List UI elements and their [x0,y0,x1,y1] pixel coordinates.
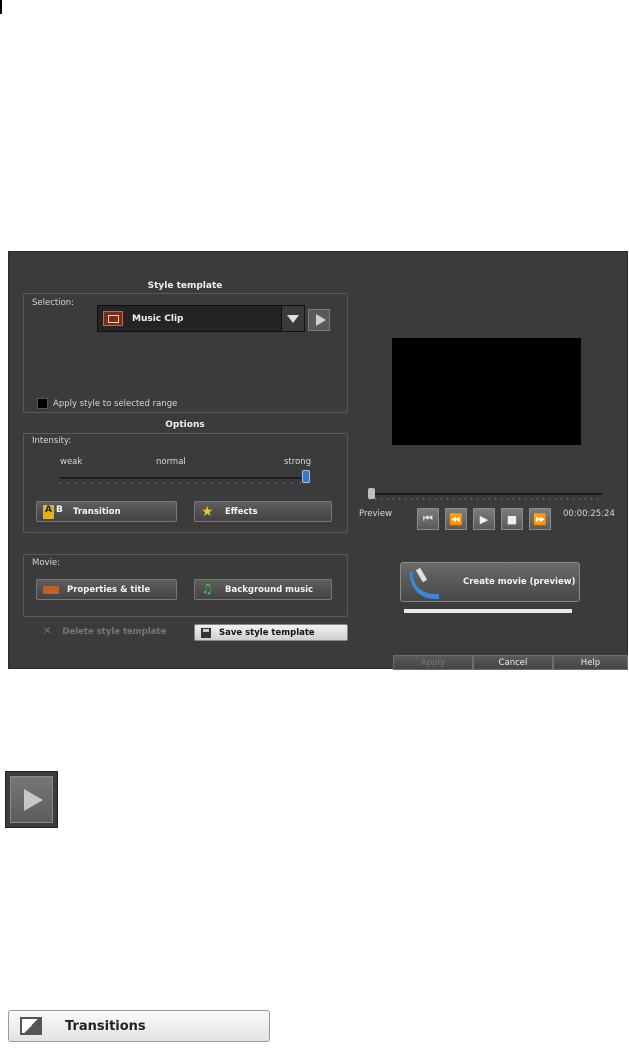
create-movie-label: Create movie (preview) [463,577,576,587]
text-cursor [0,0,2,14]
chevron-down-icon[interactable] [281,306,304,331]
transition-button[interactable]: AB Transition [36,501,177,522]
ab-transition-icon: AB [43,504,63,519]
intensity-normal-label: normal [156,457,186,467]
properties-icon [43,585,59,594]
transitions-button-label: Transitions [65,1018,146,1034]
fast-forward-icon: ⏩ [533,512,547,526]
transition-icon [20,1017,42,1035]
video-preview-screen [392,338,581,445]
save-disk-icon [201,627,211,638]
delete-style-template-button[interactable]: ✕ Delete style template [43,626,166,637]
movie-label: Movie: [32,558,61,568]
fast-forward-button[interactable]: ⏩ [529,508,551,530]
music-note-icon: ♫ [201,581,213,597]
intensity-slider-ticks [60,482,307,484]
intensity-label: Intensity: [32,436,72,446]
effects-button-label: Effects [225,506,258,517]
apply-range-label: Apply style to selected range [53,399,178,409]
play-icon-large [10,776,53,823]
create-progress-bar [404,609,572,613]
intensity-slider-thumb[interactable] [302,470,310,483]
intensity-slider-track[interactable] [60,477,307,479]
properties-title-button[interactable]: Properties & title [36,579,177,600]
effects-button[interactable]: ★ Effects [194,501,332,522]
music-clip-icon [103,311,123,326]
delete-template-label: Delete style template [62,626,167,637]
background-music-button-label: Background music [225,584,314,595]
timecode-display: 00:00:25:24 [563,509,615,519]
properties-button-label: Properties & title [67,584,151,595]
cancel-button[interactable]: Cancel [473,655,553,670]
preview-timeline-thumb[interactable] [368,488,375,499]
skip-to-start-button[interactable]: ⏮ [417,508,439,530]
save-style-template-button[interactable]: Save style template [194,624,348,641]
preview-timeline-track[interactable] [369,493,602,495]
stop-icon: ■ [506,512,518,526]
selected-template-text: Music Clip [132,313,184,324]
style-template-select[interactable]: Music Clip [97,305,305,332]
play-button-large[interactable] [5,771,58,828]
background-music-button[interactable]: ♫ Background music [194,579,332,600]
transitions-button[interactable]: Transitions [8,1010,270,1042]
save-template-label: Save style template [219,627,315,638]
intensity-weak-label: weak [60,457,83,467]
create-movie-icon [407,568,441,599]
transition-button-label: Transition [73,506,121,517]
preview-timeline-ticks [369,498,602,500]
apply-range-checkbox[interactable] [37,398,48,409]
apply-button[interactable]: Apply [393,655,473,670]
preview-template-play-button[interactable] [308,309,330,331]
play-button[interactable]: ▶ [473,508,495,530]
options-title: Options [165,420,205,430]
style-template-dialog: Style template Selection: Music Clip App… [8,251,628,670]
rewind-button[interactable]: ⏪ [445,508,467,530]
star-icon: ★ [201,503,214,520]
rewind-icon: ⏪ [449,512,463,526]
selection-label: Selection: [32,298,75,308]
style-template-title: Style template [147,281,223,291]
create-movie-preview-button[interactable]: Create movie (preview) [400,562,580,602]
play-icon: ▶ [479,512,489,526]
skip-start-icon: ⏮ [423,512,433,525]
intensity-strong-label: strong [284,457,312,467]
help-button[interactable]: Help [553,655,628,670]
stop-button[interactable]: ■ [501,508,523,530]
close-icon: ✕ [43,626,52,637]
preview-label: Preview [359,509,393,519]
